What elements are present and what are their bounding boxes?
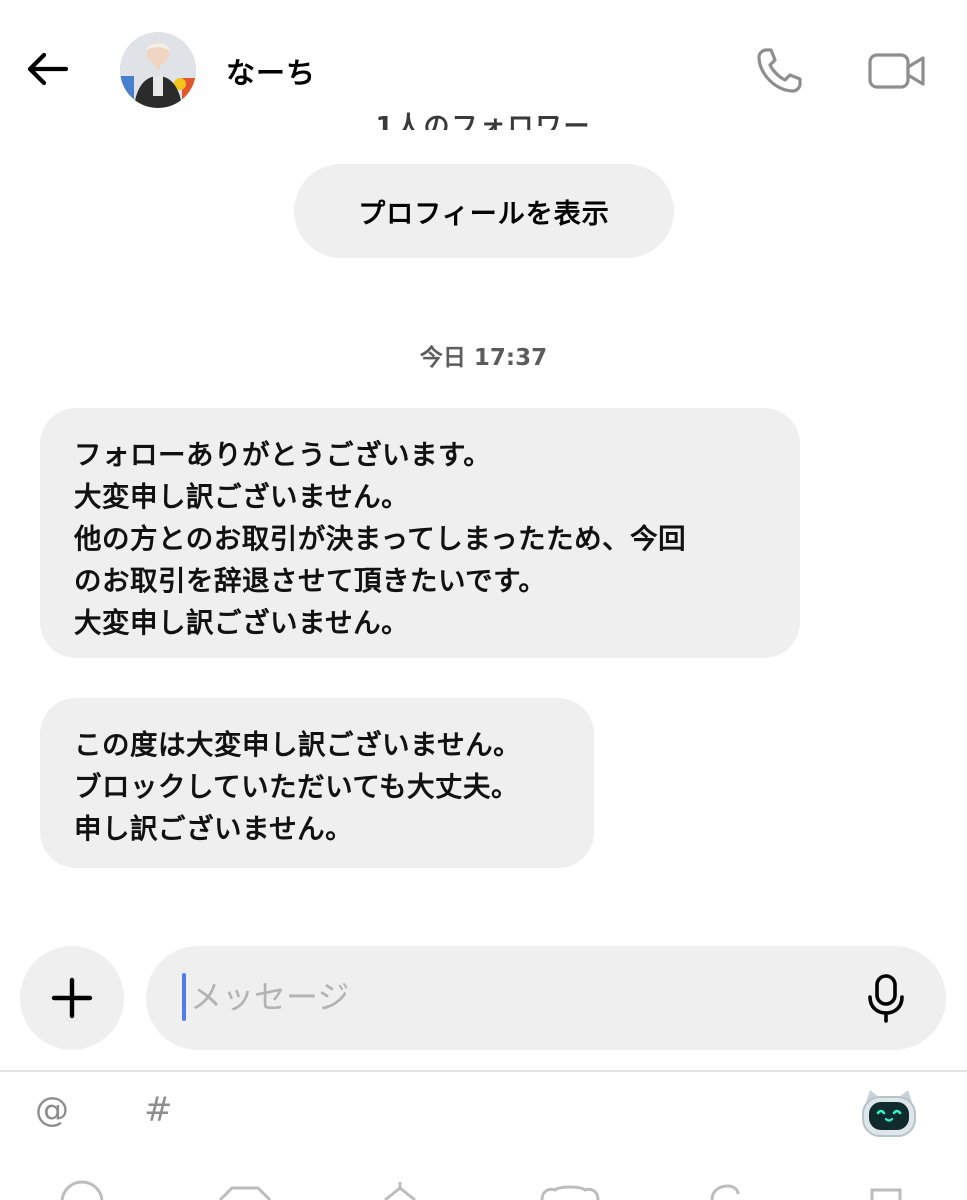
view-profile-button[interactable]: プロフィールを表示 [294,164,674,258]
message-bubble[interactable]: フォローありがとうございます。 大変申し訳ございません。 他の方とのお取引が決ま… [40,408,800,658]
keyboard-mascot-button[interactable] [858,1088,920,1138]
voice-message-button[interactable] [860,972,912,1024]
message-line: この度は大変申し訳ございません。 [74,729,522,761]
follower-count-text: 1人のフォロワー [375,112,592,130]
text-cursor [182,973,186,1021]
plus-icon [51,977,93,1019]
contact-name[interactable]: なーち [226,50,316,92]
message-composer [146,946,946,1050]
call-button[interactable] [752,44,806,98]
message-line: ブロックしていただいても大丈夫。 [74,771,519,803]
arrow-left-icon [27,52,69,86]
avatar-image [120,32,196,108]
message-line: フォローありがとうございます。 [74,439,492,471]
microphone-icon [868,974,904,1023]
phone-icon [757,48,802,93]
mention-key[interactable]: @ [35,1090,69,1130]
message-input[interactable] [190,968,840,1026]
add-attachment-button[interactable] [20,946,124,1050]
avatar[interactable] [120,32,196,108]
message-line: 申し訳ございません。 [74,813,354,845]
message-line: 他の方とのお取引が決まってしまったため、今回 [74,523,687,555]
keyboard-icons-cropped [60,1180,902,1200]
message-line: のお取引を辞退させて頂きたいです。 [74,565,547,597]
video-camera-icon [868,53,925,89]
keyboard-divider [0,1070,967,1072]
hashtag-key[interactable]: # [144,1090,173,1130]
keyboard-icon-row-partial [0,1180,967,1200]
message-bubble[interactable]: この度は大変申し訳ございません。 ブロックしていただいても大丈夫。 申し訳ござい… [40,698,594,868]
message-line: 大変申し訳ございません。 [74,481,410,513]
profile-stats-partial: 1人のフォロワー [0,100,967,130]
message-timestamp: 今日 17:37 [419,345,548,371]
dm-thread-screen: なーち 1人のフォロワー プロフィールを表示 今日 17:37 フォローありがと… [0,0,967,1200]
message-line: 大変申し訳ございません。 [74,607,410,639]
back-button[interactable] [22,44,72,94]
cat-bot-icon [862,1090,916,1137]
video-call-button[interactable] [866,46,928,96]
